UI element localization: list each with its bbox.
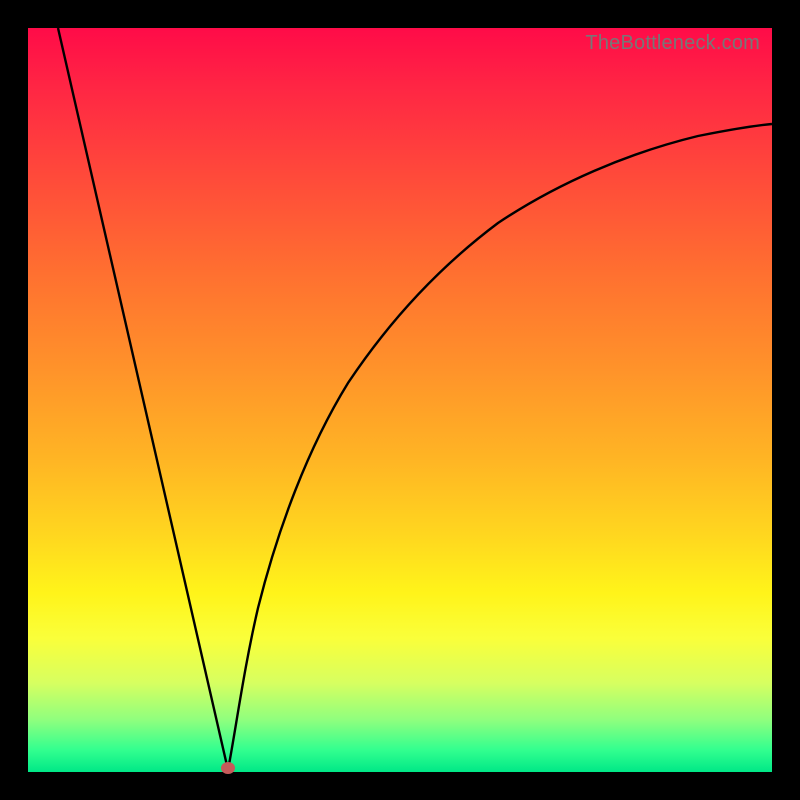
left-line-path	[58, 28, 228, 770]
chart-frame: TheBottleneck.com	[0, 0, 800, 800]
plot-area: TheBottleneck.com	[28, 28, 772, 772]
minimum-marker	[221, 762, 235, 774]
watermark-text: TheBottleneck.com	[585, 32, 760, 55]
curve-svg	[28, 28, 772, 772]
right-curve-path	[228, 124, 772, 770]
